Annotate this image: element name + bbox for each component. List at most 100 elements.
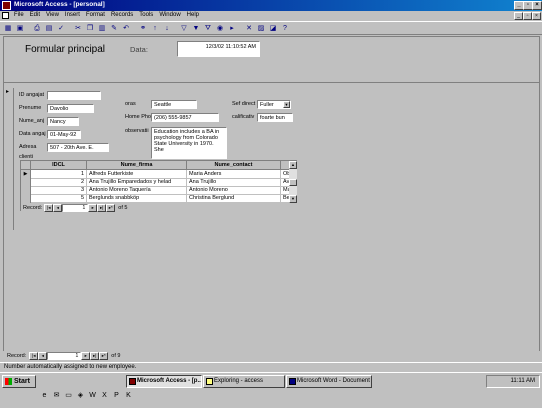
column-header[interactable]: Nume_contact	[187, 161, 281, 170]
toolbar: ▦ ▣ ⎙ ▤ ✓ ✂ ❐ ▥ ✎ ↶ ⚭ ↑ ↓ ▽ ▼ ⛛ ◉ ▸ ✕ ▨ ◪?	[0, 21, 542, 35]
access-icon[interactable]: K	[124, 391, 133, 401]
close-button[interactable]: ×	[532, 1, 542, 10]
subform-record-label: Record:	[23, 204, 43, 211]
subform-navigation: Record: |◂ ◂ 1 ▸ ▸| ▸* of 5	[21, 203, 298, 212]
date-label: Data:	[130, 45, 148, 54]
chevron-down-icon[interactable]: ▼	[283, 101, 290, 108]
oras-field[interactable]: Seattle	[151, 100, 197, 109]
delete-record-icon[interactable]: ✕	[244, 24, 254, 34]
menu-format[interactable]: Format	[83, 12, 108, 18]
mdi-restore-button[interactable]: ▫	[523, 12, 532, 20]
word-icon[interactable]: W	[88, 391, 97, 401]
main-record-count: of 9	[111, 352, 121, 359]
menu-records[interactable]: Records	[108, 12, 136, 18]
sort-ascending-icon[interactable]: ↑	[150, 24, 160, 34]
calificativ-label: calificativ	[232, 114, 255, 120]
menu-insert[interactable]: Insert	[62, 12, 83, 18]
new-object-icon[interactable]: ◪	[268, 24, 278, 34]
date-field[interactable]: 12/3/02 11:10:52 AM	[177, 41, 260, 57]
save-icon[interactable]: ▣	[15, 24, 25, 34]
main-last-record-button[interactable]: ▸|	[90, 351, 100, 360]
menu-view[interactable]: View	[43, 12, 62, 18]
apply-filter-icon[interactable]: ⛛	[203, 24, 213, 34]
system-tray: 11:11 AM	[486, 375, 540, 388]
print-icon[interactable]: ⎙	[32, 24, 42, 34]
menu-file[interactable]: File	[11, 12, 27, 18]
print-preview-icon[interactable]: ▤	[44, 24, 54, 34]
taskbar-button[interactable]: Exploring - access	[203, 375, 285, 388]
menu-tools[interactable]: Tools	[136, 12, 156, 18]
copy-icon[interactable]: ❐	[85, 24, 95, 34]
observatii-field[interactable]: Education includes a BA in psychology fr…	[151, 127, 227, 159]
database-window-icon[interactable]: ▨	[256, 24, 266, 34]
main-first-record-button[interactable]: |◂	[29, 351, 39, 360]
access-icon	[129, 378, 136, 385]
clock[interactable]: 11:11 AM	[511, 378, 535, 384]
form-window: Formular principal Data: 12/3/02 11:10:5…	[3, 36, 540, 356]
spelling-icon[interactable]: ✓	[56, 24, 66, 34]
next-record-button[interactable]: ▸	[88, 203, 98, 212]
filter-by-selection-icon[interactable]: ▽	[179, 24, 189, 34]
format-painter-icon[interactable]: ✎	[109, 24, 119, 34]
data-angajare-label: Data angaj	[19, 131, 46, 137]
column-header[interactable]: IDCL	[31, 161, 87, 170]
mdi-minimize-button[interactable]: _	[514, 12, 523, 20]
vertical-scrollbar[interactable]: ▲ ▼	[289, 161, 297, 203]
start-button[interactable]: Start	[2, 375, 36, 388]
calificativ-field[interactable]: foarte bun	[257, 113, 293, 122]
menu-help[interactable]: Help	[184, 12, 202, 18]
outlook-icon[interactable]: ✉	[52, 391, 61, 401]
sef-direct-combo[interactable]: Fuller ▼	[257, 100, 291, 109]
access-window: Microsoft Access - [personal] _ ▫ × File…	[0, 0, 542, 386]
ie-icon[interactable]: e	[40, 391, 49, 401]
id-angajat-field[interactable]	[47, 91, 101, 100]
ppt-icon[interactable]: P	[112, 391, 121, 401]
column-header[interactable]: Nume_firma	[87, 161, 187, 170]
first-record-button[interactable]: |◂	[44, 203, 54, 212]
main-current-record[interactable]: 1	[47, 351, 82, 360]
data-angajare-field[interactable]: 01-May-92	[47, 130, 81, 139]
channels-icon[interactable]: ◈	[76, 391, 85, 401]
scroll-up-arrow-icon[interactable]: ▲	[289, 161, 297, 169]
scroll-down-arrow-icon[interactable]: ▼	[289, 195, 297, 203]
sef-direct-value: Fuller	[260, 102, 274, 108]
find-icon[interactable]: ◉	[215, 24, 225, 34]
form-title: Formular principal	[25, 44, 106, 55]
explorer-icon	[206, 378, 213, 385]
main-next-record-button[interactable]: ▸	[81, 351, 91, 360]
design-view-icon[interactable]: ▦	[3, 24, 13, 34]
access-key-icon[interactable]	[2, 1, 11, 10]
hyperlink-icon[interactable]: ⚭	[138, 24, 148, 34]
last-record-button[interactable]: ▸|	[97, 203, 107, 212]
cut-icon[interactable]: ✂	[73, 24, 83, 34]
main-new-record-button[interactable]: ▸*	[99, 351, 109, 360]
undo-icon[interactable]: ↶	[121, 24, 131, 34]
select-all-cell[interactable]	[21, 161, 31, 170]
menu-edit[interactable]: Edit	[27, 12, 43, 18]
column-header[interactable]	[281, 161, 289, 170]
adresa-field[interactable]: 507 - 20th Ave. E.	[47, 143, 109, 152]
home-phone-field[interactable]: (206) 555-9857	[151, 113, 219, 122]
form-document-icon[interactable]	[2, 12, 9, 19]
filter-by-form-icon[interactable]: ▼	[191, 24, 201, 34]
menu-window[interactable]: Window	[156, 12, 183, 18]
paste-icon[interactable]: ▥	[97, 24, 107, 34]
excel-icon[interactable]: X	[100, 391, 109, 401]
main-previous-record-button[interactable]: ◂	[38, 351, 48, 360]
taskbar-button[interactable]: Microsoft Access - [p...	[126, 375, 202, 388]
record-selector[interactable]: ▸	[6, 88, 14, 230]
new-record-button[interactable]: ▸*	[106, 203, 116, 212]
prenume-field[interactable]: Davolio	[47, 104, 94, 113]
nume-angajat-field[interactable]: Nancy	[47, 117, 79, 126]
subform-current-record[interactable]: 1	[62, 203, 89, 212]
menu-bar: File Edit View Insert Format Records Tools Wind…	[0, 11, 542, 21]
mdi-close-button[interactable]: ×	[532, 12, 541, 20]
scroll-thumb[interactable]	[289, 179, 297, 186]
sort-descending-icon[interactable]: ↓	[162, 24, 172, 34]
new-record-icon[interactable]: ▸	[227, 24, 237, 34]
taskbar-button[interactable]: Microsoft Word - Document	[286, 375, 372, 388]
desktop-icon[interactable]: ▭	[64, 391, 73, 401]
title-bar[interactable]: Microsoft Access - [personal] _ ▫ ×	[0, 0, 542, 11]
help-icon[interactable]: ?	[280, 24, 290, 34]
previous-record-button[interactable]: ◂	[53, 203, 63, 212]
